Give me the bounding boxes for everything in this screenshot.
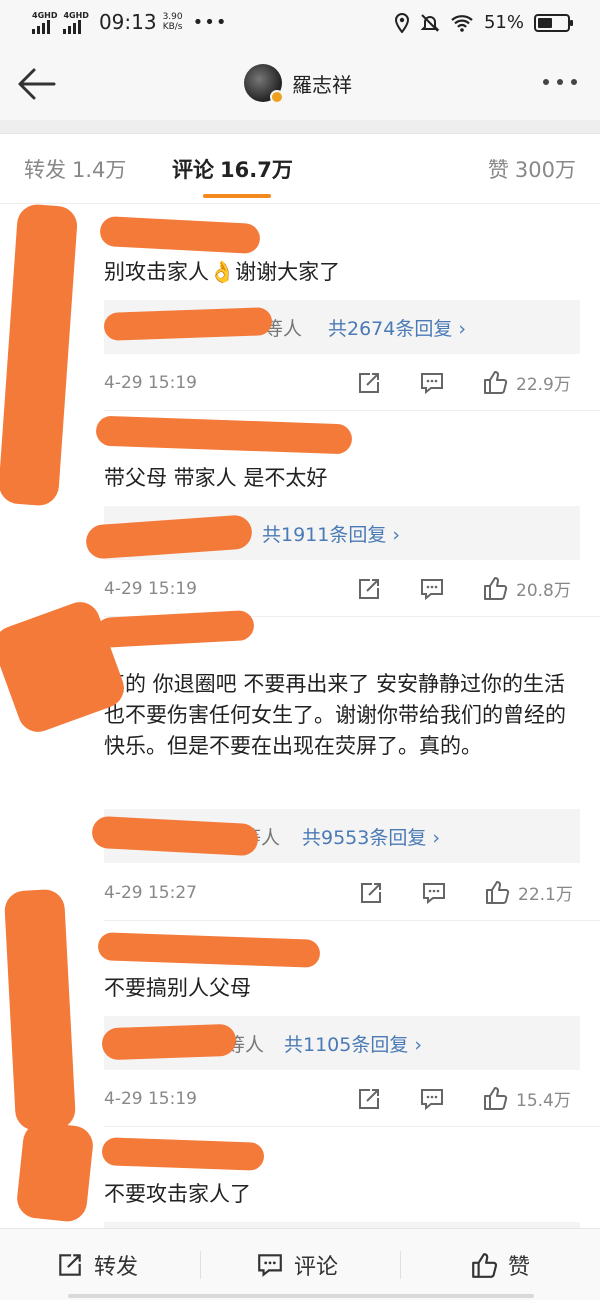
thumbs-up-icon xyxy=(484,577,508,600)
tab-repost[interactable]: 转发 1.4万 xyxy=(24,154,126,184)
signal-icon-sim1: 4GHD xyxy=(32,11,57,34)
reply-count-link[interactable]: 共1105条回复 › xyxy=(284,1030,422,1057)
comment-time: 4-29 15:19 xyxy=(104,579,197,599)
comment-icon[interactable] xyxy=(421,880,447,906)
home-indicator[interactable] xyxy=(68,1294,534,1298)
comment-icon[interactable] xyxy=(419,576,445,602)
comment-icon[interactable] xyxy=(419,1086,445,1112)
divider xyxy=(400,1251,401,1279)
like-count: 15.4万 xyxy=(516,1090,571,1111)
redaction-mark xyxy=(101,1137,265,1171)
reply-count-link[interactable]: 共2674条回复 › xyxy=(328,314,466,341)
arrow-left-icon xyxy=(18,68,56,100)
tab-bar: 转发 1.4万 评论 16.7万 赞 300万 xyxy=(0,134,600,204)
thumbs-up-icon xyxy=(486,881,510,904)
status-time: 09:13 xyxy=(98,10,157,34)
status-bar: 4GHD 4GHD 09:13 3.90 KB/s ••• 51% xyxy=(0,0,600,48)
divider xyxy=(200,1251,201,1279)
reply-count-link[interactable]: 共1911条回复 › xyxy=(262,520,400,547)
comment-time: 4-29 15:19 xyxy=(104,373,197,393)
battery-percent: 51% xyxy=(483,12,524,33)
notification-more-icon: ••• xyxy=(192,11,228,33)
comment-time: 4-29 15:19 xyxy=(104,1089,197,1109)
network-speed: 3.90 KB/s xyxy=(163,12,183,32)
tab-repost-count: 1.4万 xyxy=(72,158,127,182)
reply-count-link[interactable]: 共9553条回复 › xyxy=(302,823,440,850)
comment-text: 不要搞别人父母 xyxy=(104,976,251,1000)
like-label: 赞 xyxy=(508,1255,531,1280)
redaction-mark xyxy=(103,307,273,341)
tab-like[interactable]: 赞 300万 xyxy=(488,154,576,184)
tab-comment-label: 评论 xyxy=(172,158,214,182)
battery-icon xyxy=(534,13,573,32)
bottom-action-bar: 转发 评论 赞 xyxy=(0,1228,600,1300)
speed-value: 3.90 xyxy=(162,12,183,22)
header-bar: 羅志祥 xyxy=(0,48,600,120)
tab-repost-label: 转发 xyxy=(24,158,66,182)
like-button[interactable]: 22.9万 xyxy=(482,369,571,395)
thumbs-up-icon xyxy=(472,1253,498,1278)
page-title: 羅志祥 xyxy=(292,72,352,97)
comment-time: 4-29 15:27 xyxy=(104,883,197,903)
location-icon xyxy=(394,12,409,33)
comment-text: 不要攻击家人了 xyxy=(104,1182,251,1206)
redaction-mark xyxy=(15,1120,95,1224)
like-count: 20.8万 xyxy=(516,580,571,601)
like-button[interactable]: 20.8万 xyxy=(482,575,571,601)
tab-comment[interactable]: 评论 16.7万 xyxy=(172,154,293,184)
back-button[interactable] xyxy=(14,64,60,104)
tab-like-label: 赞 xyxy=(487,158,509,182)
section-divider xyxy=(0,120,600,134)
verified-badge-icon xyxy=(270,90,284,104)
redaction-mark xyxy=(3,888,77,1132)
sim1-label: 4GHD xyxy=(32,10,58,20)
redaction-mark xyxy=(101,1023,237,1061)
comment-text: 真的 你退圈吧 不要再出来了 安安静静过你的生活 也不要伤害任何女生了。谢谢你带… xyxy=(104,672,566,758)
like-button[interactable]: 15.4万 xyxy=(482,1085,571,1111)
active-tab-indicator xyxy=(203,194,271,198)
tab-comment-count: 16.7万 xyxy=(220,158,293,182)
comment-text: 别攻击家人👌谢谢大家了 xyxy=(104,260,341,284)
comment-text: 带父母 带家人 是不太好 xyxy=(104,466,328,490)
comment-icon[interactable] xyxy=(419,370,445,396)
repost-icon[interactable] xyxy=(358,880,384,906)
signal-icon-sim2: 4GHD xyxy=(63,10,89,34)
thumbs-up-icon xyxy=(484,371,508,394)
like-post-button[interactable]: 赞 xyxy=(470,1249,530,1281)
repost-icon xyxy=(59,1254,81,1276)
sim2-label: 4GHD xyxy=(63,10,89,20)
speed-unit: KB/s xyxy=(162,22,183,32)
comment-button[interactable]: 评论 xyxy=(256,1249,338,1281)
like-count: 22.1万 xyxy=(518,884,573,905)
mute-bell-icon xyxy=(420,13,440,32)
repost-label: 转发 xyxy=(94,1255,139,1280)
wifi-icon xyxy=(451,14,473,32)
repost-icon[interactable] xyxy=(356,576,382,602)
repost-button[interactable]: 转发 xyxy=(56,1249,138,1281)
tab-like-count: 300万 xyxy=(514,158,576,182)
repost-icon[interactable] xyxy=(356,1086,382,1112)
comment-item: 别攻击家人👌谢谢大家了 等人 共2674条回复 › 4-29 15:19 22.… xyxy=(0,205,600,411)
author-info[interactable]: 羅志祥 xyxy=(244,64,352,104)
comment-label: 评论 xyxy=(294,1255,339,1280)
like-button[interactable]: 22.1万 xyxy=(484,879,573,905)
more-options-icon[interactable] xyxy=(540,72,580,92)
avatar[interactable] xyxy=(244,64,284,104)
repost-icon[interactable] xyxy=(356,370,382,396)
thumbs-up-icon xyxy=(484,1087,508,1110)
like-count: 22.9万 xyxy=(516,374,571,395)
comment-icon xyxy=(258,1254,282,1277)
